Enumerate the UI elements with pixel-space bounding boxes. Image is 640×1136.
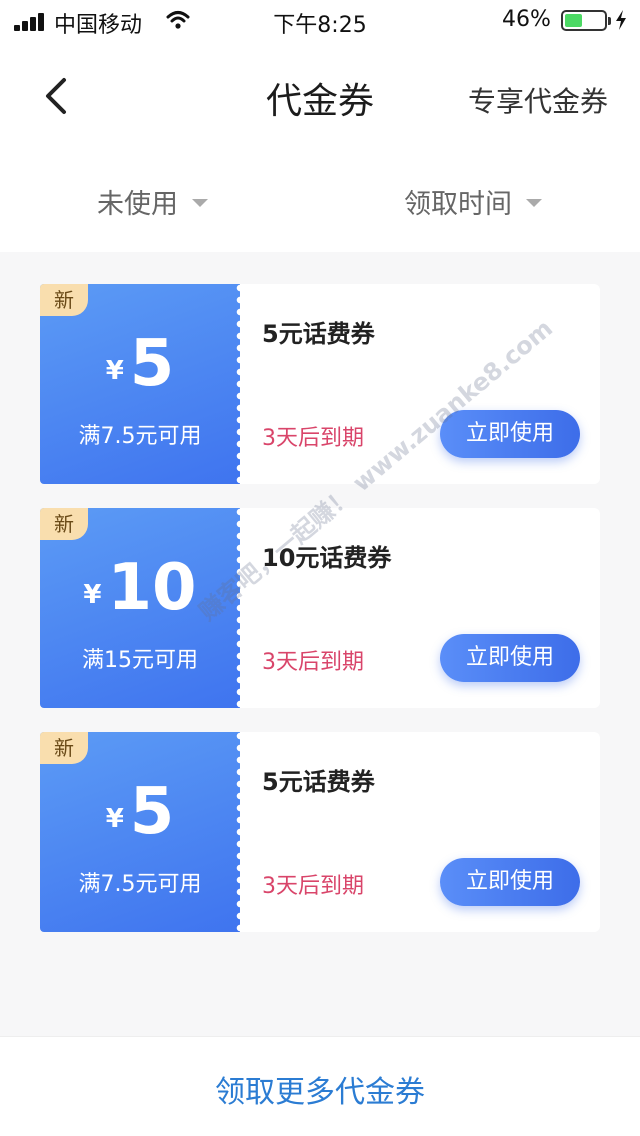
- new-badge: 新: [40, 732, 88, 764]
- coupon-list: 新 ¥5 满7.5元可用 5元话费券 3天后到期 立即使用 新 ¥10 满15元…: [40, 284, 600, 956]
- coupon-info-panel: 10元话费券 3天后到期 立即使用: [240, 508, 600, 708]
- coupon-card: 新 ¥5 满7.5元可用 5元话费券 3天后到期 立即使用: [40, 284, 600, 484]
- coupon-value-panel: 新 ¥5 满7.5元可用: [40, 284, 244, 484]
- status-filter-dropdown[interactable]: 未使用: [97, 182, 208, 221]
- coupon-value-panel: 新 ¥5 满7.5元可用: [40, 732, 244, 932]
- charging-bolt-icon: [616, 10, 626, 30]
- coupon-amount-wrap: ¥10: [40, 548, 240, 628]
- coupon-amount-wrap: ¥5: [40, 324, 240, 404]
- coupon-name: 10元话费券: [262, 544, 392, 572]
- new-badge: 新: [40, 284, 88, 316]
- coupon-amount: 5: [129, 327, 175, 401]
- bottom-bar: 领取更多代金券: [0, 1036, 640, 1136]
- coupon-expiry: 3天后到期: [262, 426, 364, 451]
- battery-icon: [561, 10, 611, 31]
- get-more-coupons-link[interactable]: 领取更多代金券: [0, 1067, 640, 1111]
- filter-bar: 未使用 领取时间: [0, 170, 640, 234]
- coupon-amount: 5: [129, 775, 175, 849]
- coupon-name: 5元话费券: [262, 768, 375, 796]
- currency-symbol: ¥: [105, 356, 124, 386]
- coupon-info-panel: 5元话费券 3天后到期 立即使用: [240, 284, 600, 484]
- coupon-expiry: 3天后到期: [262, 650, 364, 675]
- use-now-button[interactable]: 立即使用: [440, 858, 580, 906]
- coupon-expiry: 3天后到期: [262, 874, 364, 899]
- coupon-card: 新 ¥5 满7.5元可用 5元话费券 3天后到期 立即使用: [40, 732, 600, 932]
- header-area: 中国移动 下午8:25 46% 代金券 专享代金券 未使用 领取时间: [0, 0, 640, 252]
- battery-percent: 46%: [502, 7, 551, 32]
- status-filter-label: 未使用: [97, 189, 178, 220]
- use-now-button[interactable]: 立即使用: [440, 634, 580, 682]
- coupon-card: 新 ¥10 满15元可用 10元话费券 3天后到期 立即使用: [40, 508, 600, 708]
- chevron-left-icon[interactable]: [36, 74, 80, 118]
- exclusive-coupons-link[interactable]: 专享代金券: [468, 80, 608, 120]
- min-spend-condition: 满7.5元可用: [78, 872, 202, 897]
- currency-symbol: ¥: [105, 804, 124, 834]
- time-sort-dropdown[interactable]: 领取时间: [404, 182, 542, 221]
- navigation-bar: 代金券 专享代金券: [0, 58, 640, 136]
- coupon-info-panel: 5元话费券 3天后到期 立即使用: [240, 732, 600, 932]
- coupon-value-panel: 新 ¥10 满15元可用: [40, 508, 244, 708]
- time-sort-label: 领取时间: [404, 189, 512, 220]
- battery-fill: [565, 14, 582, 27]
- coupon-amount-wrap: ¥5: [40, 772, 240, 852]
- caret-down-icon: [526, 198, 542, 207]
- new-badge: 新: [40, 508, 88, 540]
- status-bar: 中国移动 下午8:25 46%: [0, 0, 640, 42]
- coupon-amount: 10: [107, 551, 197, 625]
- caret-down-icon: [192, 198, 208, 207]
- currency-symbol: ¥: [83, 580, 102, 610]
- coupon-name: 5元话费券: [262, 320, 375, 348]
- min-spend-condition: 满15元可用: [82, 648, 198, 673]
- min-spend-condition: 满7.5元可用: [78, 424, 202, 449]
- use-now-button[interactable]: 立即使用: [440, 410, 580, 458]
